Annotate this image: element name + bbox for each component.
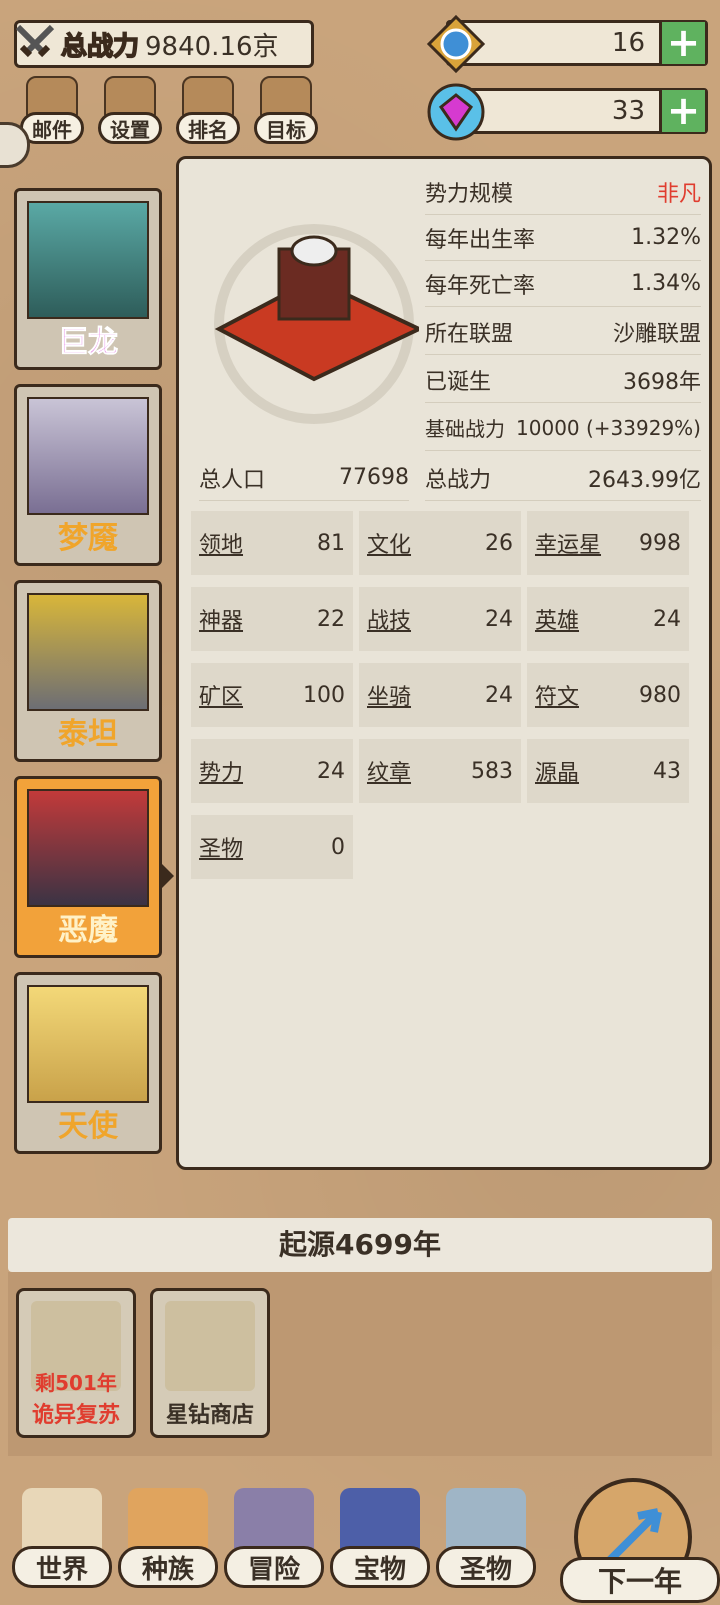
add-diamond-button[interactable]: + — [659, 88, 705, 134]
demon-portrait — [27, 789, 149, 907]
stat-territory[interactable]: 领地 81 — [191, 511, 353, 575]
total-power-value: 9840.16京 — [145, 31, 279, 62]
stat-source-crystal[interactable]: 源晶 43 — [527, 739, 689, 803]
nav-holy-relic[interactable]: 圣物 — [436, 1488, 536, 1588]
snowflake-gem-icon — [425, 13, 487, 75]
stat-emblem[interactable]: 纹章 583 — [359, 739, 521, 803]
stat-mine[interactable]: 矿区 100 — [191, 663, 353, 727]
menu-buttons: 邮件 设置 排名 目标 — [20, 76, 318, 144]
info-row-birth-rate: 每年出生率 1.32% — [425, 215, 701, 261]
stat-holy-relic[interactable]: 圣物 0 — [191, 815, 353, 879]
nav-adventure[interactable]: 冒险 — [224, 1488, 324, 1588]
total-power-label: 总战力 — [60, 31, 140, 63]
info-row-death-rate: 每年死亡率 1.34% — [425, 261, 701, 307]
race-tab-nightmare[interactable]: 梦魇 — [14, 384, 162, 566]
origin-year-bar: 起源4699年 — [8, 1218, 712, 1272]
race-tab-titan[interactable]: 泰坦 — [14, 580, 162, 762]
eerie-revival-building[interactable]: 剩501年 诡异复苏 — [16, 1288, 136, 1438]
info-row-total-power: 总战力 2643.99亿 — [425, 455, 701, 501]
race-tab-dragon[interactable]: 巨龙 — [14, 188, 162, 370]
goals-button[interactable]: 目标 — [254, 76, 318, 144]
stat-lucky-star[interactable]: 幸运星 998 — [527, 511, 689, 575]
nav-race[interactable]: 种族 — [118, 1488, 218, 1588]
info-row-born: 已诞生 3698年 — [425, 357, 701, 403]
dragon-portrait — [27, 201, 149, 319]
diamond-currency-bar: 33 + — [427, 83, 708, 141]
nightmare-portrait — [27, 397, 149, 515]
stat-mount[interactable]: 坐骑 24 — [359, 663, 521, 727]
snowflake-currency-bar: 16 + — [426, 14, 708, 74]
stat-force[interactable]: 势力 24 — [191, 739, 353, 803]
info-row-scale: 势力规模 非凡 — [425, 169, 701, 215]
buildings-area: 剩501年 诡异复苏 星钻商店 — [8, 1272, 712, 1456]
race-info-panel: 势力规模 非凡 每年出生率 1.32% 每年死亡率 1.34% 所在联盟 沙雕联盟 已诞… — [176, 156, 712, 1170]
stat-culture[interactable]: 文化 26 — [359, 511, 521, 575]
pink-diamond-icon — [425, 81, 487, 143]
stat-hero[interactable]: 英雄 24 — [527, 587, 689, 651]
stat-artifact[interactable]: 神器 22 — [191, 587, 353, 651]
nav-treasure[interactable]: 宝物 — [330, 1488, 430, 1588]
total-power-bar: 总战力 9840.16京 — [14, 20, 314, 68]
settings-button[interactable]: 设置 — [98, 76, 162, 144]
info-row-base-power: 基础战力 10000 (+33929%) — [425, 405, 701, 451]
info-row-alliance: 所在联盟 沙雕联盟 — [425, 309, 701, 355]
star-diamond-shop-building[interactable]: 星钻商店 — [150, 1288, 270, 1438]
angel-portrait — [27, 985, 149, 1103]
nav-world[interactable]: 世界 — [12, 1488, 112, 1588]
titan-portrait — [27, 593, 149, 711]
shop-icon — [165, 1301, 255, 1391]
stat-combat-skill[interactable]: 战技 24 — [359, 587, 521, 651]
ranking-button[interactable]: 排名 — [176, 76, 240, 144]
race-tab-angel[interactable]: 天使 — [14, 972, 162, 1154]
stat-rune[interactable]: 符文 980 — [527, 663, 689, 727]
add-snowflake-button[interactable]: + — [659, 20, 705, 66]
population-row: 总人口 77698 — [199, 455, 409, 501]
next-year-button[interactable]: 下一年 — [560, 1478, 720, 1605]
race-tab-demon[interactable]: 恶魔 — [14, 776, 162, 958]
crossed-swords-icon — [9, 18, 61, 70]
demon-fortress-emblem — [209, 219, 424, 429]
selected-race-arrow — [160, 862, 174, 890]
mail-button[interactable]: 邮件 — [20, 76, 84, 144]
